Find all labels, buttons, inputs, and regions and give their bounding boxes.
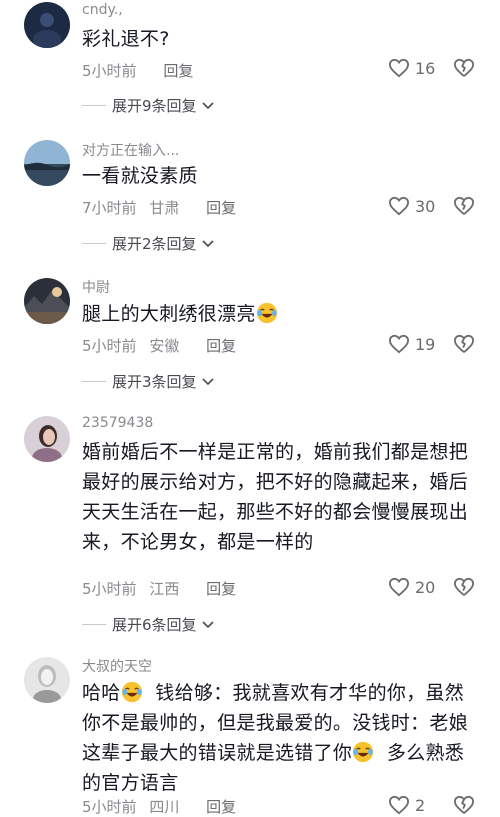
divider-line [82, 624, 106, 625]
username[interactable]: 大叔的天空 [82, 656, 152, 676]
comment-text: 彩礼退不? [82, 28, 170, 50]
comment-meta: 5小时前 安徽 回复 [82, 335, 236, 356]
reply-button[interactable]: 回复 [206, 199, 236, 217]
expand-replies-button[interactable]: 展开9条回复 [82, 95, 215, 116]
like-count: 20 [415, 577, 436, 597]
timestamp: 5小时前 [82, 337, 137, 355]
reply-button[interactable]: 回复 [206, 580, 236, 598]
broken-heart-icon [453, 58, 474, 77]
expand-replies-button[interactable]: 展开6条回复 [82, 614, 215, 635]
chevron-down-icon [201, 239, 214, 247]
comment-text-content: 腿上的大刺绣很漂亮 [82, 303, 256, 325]
like-count: 2 [415, 795, 426, 815]
reply-button[interactable]: 回复 [163, 62, 193, 80]
avatar[interactable] [24, 278, 70, 324]
chevron-down-icon [201, 101, 214, 109]
dislike-button[interactable] [453, 795, 475, 815]
laughing-tears-emoji [256, 302, 277, 324]
comment-text: 一看就没素质 [82, 165, 198, 187]
comment-meta: 7小时前 甘肃 回复 [82, 197, 236, 218]
dislike-button[interactable] [453, 334, 475, 354]
avatar[interactable] [24, 140, 70, 186]
divider-line [82, 105, 106, 106]
reply-button[interactable]: 回复 [206, 337, 236, 355]
expand-replies-label: 展开3条回复 [112, 373, 197, 391]
laughing-tears-emoji [121, 681, 142, 703]
like-count: 30 [415, 196, 436, 216]
divider-line [82, 381, 106, 382]
username[interactable]: 中尉 [82, 277, 110, 297]
location: 四川 [149, 798, 180, 816]
like-button[interactable]: 20 [388, 577, 435, 597]
like-count: 19 [415, 334, 436, 354]
location: 江西 [149, 580, 180, 598]
dislike-button[interactable] [453, 58, 475, 78]
heart-outline-icon [388, 58, 410, 78]
comment-meta: 5小时前 江西 回复 [82, 578, 236, 599]
comment-text: 腿上的大刺绣很漂亮 [82, 299, 474, 329]
comment-meta: 5小时前 回复 [82, 60, 193, 81]
timestamp: 5小时前 [82, 580, 137, 598]
like-button[interactable]: 19 [388, 334, 435, 354]
chevron-down-icon [201, 377, 214, 385]
avatar[interactable] [24, 416, 70, 462]
comment-text-part: 哈哈 [82, 682, 121, 704]
dislike-button[interactable] [453, 577, 475, 597]
broken-heart-icon [453, 795, 474, 814]
timestamp: 7小时前 [82, 199, 137, 217]
comment-text: 哈哈 钱给够：我就喜欢有才华的你，虽然你不是最帅的，但是我最爱的。没钱时：老娘这… [82, 678, 474, 798]
like-button[interactable]: 2 [388, 795, 425, 815]
avatar[interactable] [24, 2, 70, 48]
username[interactable]: cndy., [82, 2, 123, 18]
broken-heart-icon [453, 577, 474, 596]
reply-button[interactable]: 回复 [206, 798, 236, 816]
chevron-down-icon [201, 620, 214, 628]
broken-heart-icon [453, 196, 474, 215]
expand-replies-button[interactable]: 展开3条回复 [82, 371, 215, 392]
username[interactable]: 23579438 [82, 415, 153, 431]
username[interactable]: 对方正在输入... [82, 140, 179, 160]
dislike-button[interactable] [453, 196, 475, 216]
laughing-tears-emoji [353, 741, 374, 763]
like-button[interactable]: 16 [388, 58, 435, 78]
heart-outline-icon [388, 577, 410, 597]
heart-outline-icon [388, 334, 410, 354]
location: 甘肃 [149, 199, 180, 217]
like-button[interactable]: 30 [388, 196, 435, 216]
expand-replies-label: 展开2条回复 [112, 235, 197, 253]
expand-replies-label: 展开9条回复 [112, 97, 197, 115]
location: 安徽 [149, 337, 180, 355]
divider-line [82, 243, 106, 244]
like-count: 16 [415, 58, 436, 78]
timestamp: 5小时前 [82, 798, 137, 816]
comment-text: 婚前婚后不一样是正常的，婚前我们都是想把最好的展示给对方，把不好的隐藏起来，婚后… [82, 441, 469, 553]
comment-meta: 5小时前 四川 回复 [82, 796, 236, 817]
timestamp: 5小时前 [82, 62, 137, 80]
avatar[interactable] [24, 657, 70, 703]
expand-replies-button[interactable]: 展开2条回复 [82, 233, 215, 254]
broken-heart-icon [453, 334, 474, 353]
heart-outline-icon [388, 795, 410, 815]
heart-outline-icon [388, 196, 410, 216]
expand-replies-label: 展开6条回复 [112, 616, 197, 634]
